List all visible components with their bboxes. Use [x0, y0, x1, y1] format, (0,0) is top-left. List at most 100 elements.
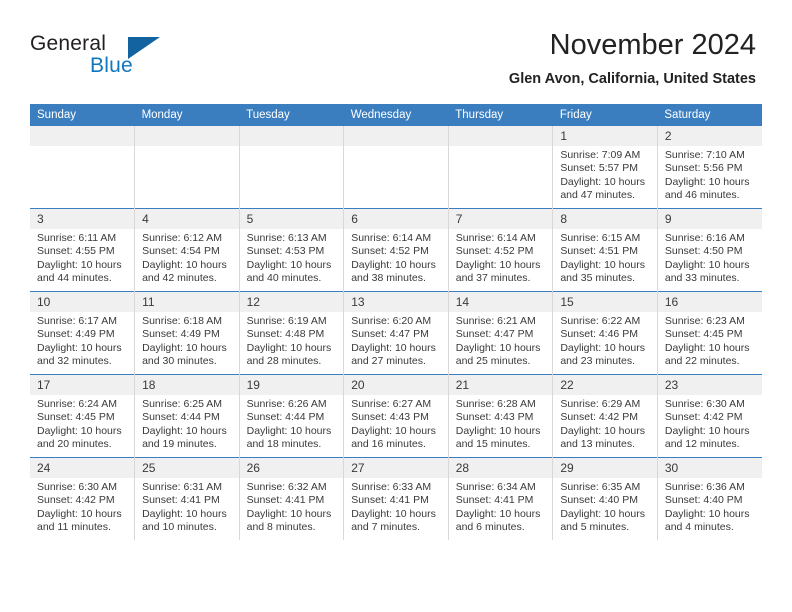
- calendar-day-cell[interactable]: 29 Sunrise: 6:35 AM Sunset: 4:40 PM Dayligh…: [552, 457, 658, 540]
- calendar-day-cell[interactable]: 24 Sunrise: 6:30 AM Sunset: 4:42 PM Dayligh…: [30, 457, 136, 540]
- calendar-day-cell[interactable]: 11 Sunrise: 6:18 AM Sunset: 4:49 PM Dayligh…: [134, 291, 240, 375]
- calendar-day-cell[interactable]: 28 Sunrise: 6:34 AM Sunset: 4:41 PM Dayligh…: [448, 457, 554, 540]
- daylight-text: Daylight: 10 hours and 38 minutes.: [351, 258, 436, 285]
- day-details: Sunrise: 6:24 AM Sunset: 4:45 PM Daylight:…: [30, 395, 134, 452]
- daylight-text: Daylight: 10 hours and 19 minutes.: [142, 424, 227, 451]
- sunset-text: Sunset: 4:53 PM: [246, 245, 325, 258]
- weekday-header-tuesday: Tuesday: [239, 104, 344, 126]
- calendar-day-cell[interactable]: 12 Sunrise: 6:19 AM Sunset: 4:48 PM Dayligh…: [239, 291, 345, 375]
- sunrise-text: Sunrise: 6:30 AM: [664, 398, 745, 410]
- calendar-day-cell[interactable]: 5 Sunrise: 6:13 AM Sunset: 4:53 PM Daylight…: [239, 208, 345, 292]
- calendar-cell-empty: [343, 126, 449, 209]
- calendar-day-cell[interactable]: 6 Sunrise: 6:14 AM Sunset: 4:52 PM Daylight…: [343, 208, 449, 292]
- sunrise-text: Sunrise: 6:11 AM: [37, 232, 117, 244]
- weekday-header-sunday: Sunday: [30, 104, 135, 126]
- day-number: 10: [30, 292, 134, 312]
- calendar-week-row: 24 Sunrise: 6:30 AM Sunset: 4:42 PM Dayligh…: [30, 457, 762, 540]
- day-details: Sunrise: 6:32 AM Sunset: 4:41 PM Daylight:…: [240, 478, 343, 535]
- calendar-day-cell[interactable]: 3 Sunrise: 6:11 AM Sunset: 4:55 PM Daylight…: [30, 208, 136, 292]
- calendar-cell-empty: [134, 126, 240, 209]
- calendar-day-cell[interactable]: 26 Sunrise: 6:32 AM Sunset: 4:41 PM Dayligh…: [239, 457, 345, 540]
- sunset-text: Sunset: 4:51 PM: [560, 245, 638, 258]
- page-subtitle: Glen Avon, California, United States: [508, 71, 756, 87]
- day-details: Sunrise: 6:36 AM Sunset: 4:40 PM Daylight:…: [658, 478, 762, 535]
- calendar-day-cell[interactable]: 14 Sunrise: 6:21 AM Sunset: 4:47 PM Dayligh…: [448, 291, 554, 375]
- sunrise-text: Sunrise: 7:10 AM: [664, 149, 745, 161]
- daylight-text: Daylight: 10 hours and 32 minutes.: [37, 341, 122, 368]
- calendar-week-row: 17 Sunrise: 6:24 AM Sunset: 4:45 PM Dayligh…: [30, 374, 762, 458]
- day-number: 24: [30, 458, 134, 478]
- sunset-text: Sunset: 4:47 PM: [455, 328, 534, 341]
- calendar-day-cell[interactable]: 23 Sunrise: 6:30 AM Sunset: 4:42 PM Dayligh…: [657, 374, 762, 458]
- daylight-text: Daylight: 10 hours and 42 minutes.: [142, 258, 227, 285]
- sunrise-text: Sunrise: 6:30 AM: [37, 481, 117, 493]
- sunrise-text: Sunrise: 6:18 AM: [142, 315, 223, 327]
- day-number: 7: [448, 209, 552, 229]
- calendar-day-cell[interactable]: 22 Sunrise: 6:29 AM Sunset: 4:42 PM Dayligh…: [552, 374, 658, 458]
- sunset-text: Sunset: 4:43 PM: [351, 411, 429, 424]
- day-number: 13: [344, 292, 448, 312]
- daylight-text: Daylight: 10 hours and 12 minutes.: [664, 424, 750, 451]
- daylight-text: Daylight: 10 hours and 16 minutes.: [351, 424, 436, 451]
- day-number: 12: [239, 292, 343, 312]
- daylight-text: Daylight: 10 hours and 10 minutes.: [142, 507, 227, 534]
- sunset-text: Sunset: 4:50 PM: [664, 245, 743, 258]
- day-number: 26: [239, 458, 343, 478]
- calendar-day-cell[interactable]: 8 Sunrise: 6:15 AM Sunset: 4:51 PM Daylight…: [552, 208, 658, 292]
- day-number: 16: [657, 292, 762, 312]
- sunrise-text: Sunrise: 6:24 AM: [37, 398, 117, 410]
- day-number: 18: [135, 375, 239, 395]
- sunrise-text: Sunrise: 6:22 AM: [560, 315, 641, 327]
- calendar-day-cell[interactable]: 19 Sunrise: 6:26 AM Sunset: 4:44 PM Dayligh…: [239, 374, 345, 458]
- calendar-day-cell[interactable]: 17 Sunrise: 6:24 AM Sunset: 4:45 PM Dayligh…: [30, 374, 136, 458]
- calendar-day-cell[interactable]: 9 Sunrise: 6:16 AM Sunset: 4:50 PM Daylight…: [657, 208, 762, 292]
- calendar-day-cell[interactable]: 7 Sunrise: 6:14 AM Sunset: 4:52 PM Daylight…: [448, 208, 554, 292]
- calendar-day-cell[interactable]: 18 Sunrise: 6:25 AM Sunset: 4:44 PM Dayligh…: [134, 374, 240, 458]
- general-blue-logo[interactable]: General Blue: [30, 32, 210, 84]
- day-details: Sunrise: 6:35 AM Sunset: 4:40 PM Daylight:…: [553, 478, 656, 535]
- calendar-day-cell[interactable]: 20 Sunrise: 6:27 AM Sunset: 4:43 PM Dayligh…: [343, 374, 449, 458]
- day-details: Sunrise: 6:26 AM Sunset: 4:44 PM Daylight:…: [240, 395, 343, 452]
- day-number: 30: [657, 458, 762, 478]
- calendar-day-cell[interactable]: 30 Sunrise: 6:36 AM Sunset: 4:40 PM Dayligh…: [657, 457, 762, 540]
- calendar-week-row: 3 Sunrise: 6:11 AM Sunset: 4:55 PM Daylight…: [30, 208, 762, 292]
- day-number: [344, 126, 448, 146]
- day-details: Sunrise: 6:34 AM Sunset: 4:41 PM Daylight:…: [449, 478, 552, 535]
- sunset-text: Sunset: 4:42 PM: [37, 494, 115, 507]
- calendar-page: General Blue November 2024 Glen Avon, Ca…: [0, 0, 792, 612]
- sunrise-text: Sunrise: 6:29 AM: [560, 398, 641, 410]
- calendar-day-cell[interactable]: 13 Sunrise: 6:20 AM Sunset: 4:47 PM Dayligh…: [343, 291, 449, 375]
- calendar-day-cell[interactable]: 25 Sunrise: 6:31 AM Sunset: 4:41 PM Dayligh…: [134, 457, 240, 540]
- sunrise-text: Sunrise: 6:14 AM: [351, 232, 432, 244]
- sunset-text: Sunset: 5:56 PM: [664, 162, 743, 175]
- day-details: Sunrise: 6:25 AM Sunset: 4:44 PM Daylight:…: [135, 395, 238, 452]
- calendar-day-cell[interactable]: 4 Sunrise: 6:12 AM Sunset: 4:54 PM Daylight…: [134, 208, 240, 292]
- sunrise-text: Sunrise: 6:17 AM: [37, 315, 117, 327]
- day-number: [448, 126, 552, 146]
- daylight-text: Daylight: 10 hours and 23 minutes.: [560, 341, 645, 368]
- day-number: 28: [448, 458, 552, 478]
- day-details: Sunrise: 6:19 AM Sunset: 4:48 PM Daylight:…: [240, 312, 343, 369]
- day-number: [239, 126, 343, 146]
- calendar-day-cell[interactable]: 10 Sunrise: 6:17 AM Sunset: 4:49 PM Dayligh…: [30, 291, 136, 375]
- calendar-day-cell[interactable]: 21 Sunrise: 6:28 AM Sunset: 4:43 PM Dayligh…: [448, 374, 554, 458]
- sunrise-text: Sunrise: 6:32 AM: [246, 481, 327, 493]
- day-number: 22: [553, 375, 657, 395]
- calendar-day-cell[interactable]: 16 Sunrise: 6:23 AM Sunset: 4:45 PM Dayligh…: [657, 291, 762, 375]
- calendar-day-cell[interactable]: 27 Sunrise: 6:33 AM Sunset: 4:41 PM Dayligh…: [343, 457, 449, 540]
- day-details: Sunrise: 7:10 AM Sunset: 5:56 PM Daylight:…: [658, 146, 762, 203]
- day-details: Sunrise: 6:12 AM Sunset: 4:54 PM Daylight:…: [135, 229, 238, 286]
- daylight-text: Daylight: 10 hours and 27 minutes.: [351, 341, 436, 368]
- sunrise-text: Sunrise: 6:14 AM: [455, 232, 536, 244]
- calendar-day-cell[interactable]: 2 Sunrise: 7:10 AM Sunset: 5:56 PM Daylight…: [657, 126, 762, 209]
- day-details: Sunrise: 6:14 AM Sunset: 4:52 PM Daylight:…: [449, 229, 552, 286]
- day-number: 29: [553, 458, 657, 478]
- day-number: 3: [30, 209, 134, 229]
- sunrise-text: Sunrise: 6:23 AM: [664, 315, 745, 327]
- calendar-day-cell[interactable]: 1 Sunrise: 7:09 AM Sunset: 5:57 PM Daylight…: [552, 126, 658, 209]
- calendar-body: 1 Sunrise: 7:09 AM Sunset: 5:57 PM Daylight…: [30, 126, 762, 540]
- calendar-table: Sunday Monday Tuesday Wednesday Thursday…: [30, 104, 762, 540]
- calendar-day-cell[interactable]: 15 Sunrise: 6:22 AM Sunset: 4:46 PM Dayligh…: [552, 291, 658, 375]
- daylight-text: Daylight: 10 hours and 5 minutes.: [560, 507, 645, 534]
- sunset-text: Sunset: 4:41 PM: [455, 494, 534, 507]
